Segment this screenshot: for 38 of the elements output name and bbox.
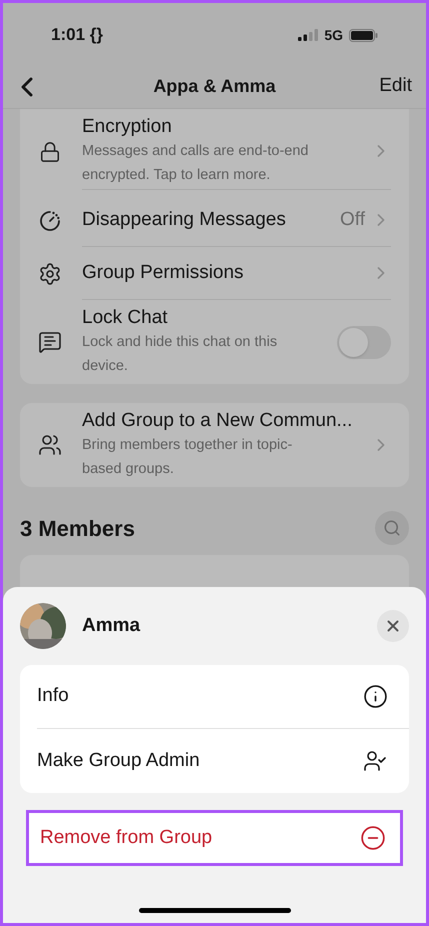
remove-label: Remove from Group bbox=[40, 826, 214, 850]
chat-bubble-icon bbox=[38, 330, 62, 354]
search-button[interactable] bbox=[375, 511, 409, 545]
row-title: Disappearing Messages bbox=[82, 208, 287, 232]
lock-chat-toggle[interactable] bbox=[337, 326, 391, 358]
sheet-action[interactable]: Info bbox=[37, 682, 355, 711]
settings-row[interactable]: Group Permissions bbox=[20, 247, 409, 300]
row-title: Group Permissions bbox=[82, 261, 245, 285]
signal-icon bbox=[298, 29, 318, 41]
edit-button[interactable]: Edit bbox=[358, 72, 418, 101]
member-name: Amma bbox=[82, 614, 142, 638]
timer-icon bbox=[38, 208, 62, 232]
people-icon bbox=[38, 433, 62, 457]
info-icon bbox=[362, 684, 388, 709]
battery-icon bbox=[349, 28, 378, 42]
network-label: 5G bbox=[324, 26, 343, 44]
settings-row[interactable]: Encryption Messages and calls are end-to-end encrypted. Tap to learn more. bbox=[20, 109, 409, 194]
chat-title: Appa & Amma bbox=[153, 75, 276, 98]
row-subtitle: Messages and calls are end-to-end encrypted. Tap to learn more. bbox=[82, 142, 310, 185]
minus-circle-icon bbox=[360, 825, 386, 851]
gear-icon bbox=[38, 262, 62, 286]
row-title: Add Group to a New Commun... bbox=[82, 409, 354, 433]
row-title: Lock Chat bbox=[82, 306, 169, 330]
close-button[interactable] bbox=[377, 610, 409, 642]
community-row[interactable]: Add Group to a New Commun... Bring members together in topic-based groups. bbox=[20, 403, 409, 487]
settings-row[interactable]: Disappearing Messages Off bbox=[20, 194, 409, 247]
lock-icon bbox=[39, 140, 61, 162]
row-subtitle: Lock and hide this chat on this device. bbox=[82, 333, 278, 376]
remove-button[interactable]: Remove from Group bbox=[26, 810, 403, 866]
row-value: Off bbox=[340, 208, 365, 232]
sheet-action[interactable]: Make Group Admin bbox=[37, 746, 355, 776]
status-time: 1:01 {} bbox=[51, 24, 103, 46]
search-icon bbox=[383, 519, 401, 537]
person-check-icon bbox=[363, 749, 387, 773]
row-title: Encryption bbox=[82, 115, 173, 139]
settings-row[interactable]: Lock Chat Lock and hide this chat on this device. bbox=[20, 300, 409, 384]
row-subtitle: Bring members together in topic-based groups. bbox=[82, 436, 294, 479]
members-heading: 3 Members bbox=[20, 514, 135, 542]
